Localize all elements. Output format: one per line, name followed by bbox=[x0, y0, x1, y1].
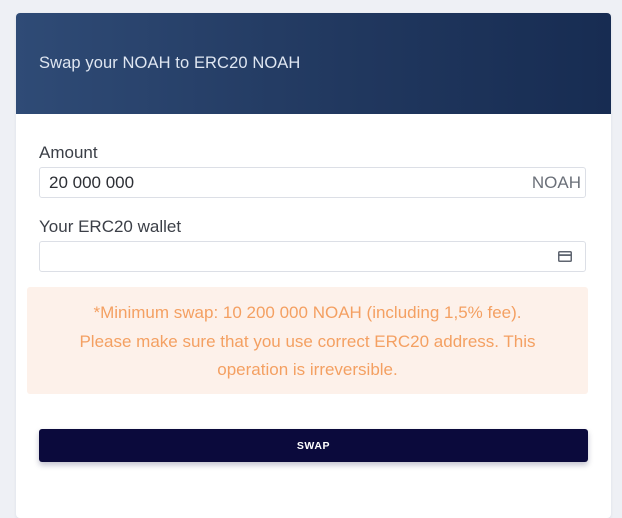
wallet-input[interactable] bbox=[40, 242, 550, 271]
wallet-label: Your ERC20 wallet bbox=[39, 217, 182, 236]
swap-button[interactable]: SWAP bbox=[39, 429, 588, 462]
notice-line: operation is irreversible. bbox=[217, 360, 398, 379]
wallet-field[interactable] bbox=[39, 241, 586, 272]
card-header: Swap your NOAH to ERC20 NOAH bbox=[16, 13, 611, 114]
credit-card-icon[interactable] bbox=[558, 251, 572, 262]
amount-value: 20 000 000 bbox=[49, 173, 135, 192]
notice-line: Please make sure that you use correct ER… bbox=[79, 331, 536, 351]
minimum-swap-notice: *Minimum swap: 10 200 000 NOAH (includin… bbox=[27, 287, 588, 394]
amount-label: Amount bbox=[39, 143, 98, 162]
swap-card: Swap your NOAH to ERC20 NOAH Amount 20 0… bbox=[16, 13, 611, 518]
notice-line: *Minimum swap: 10 200 000 NOAH (includin… bbox=[93, 303, 522, 322]
amount-field[interactable]: 20 000 000 NOAH bbox=[39, 167, 586, 198]
card-title: Swap your NOAH to ERC20 NOAH bbox=[39, 54, 301, 72]
amount-currency-suffix: NOAH bbox=[531, 173, 581, 192]
